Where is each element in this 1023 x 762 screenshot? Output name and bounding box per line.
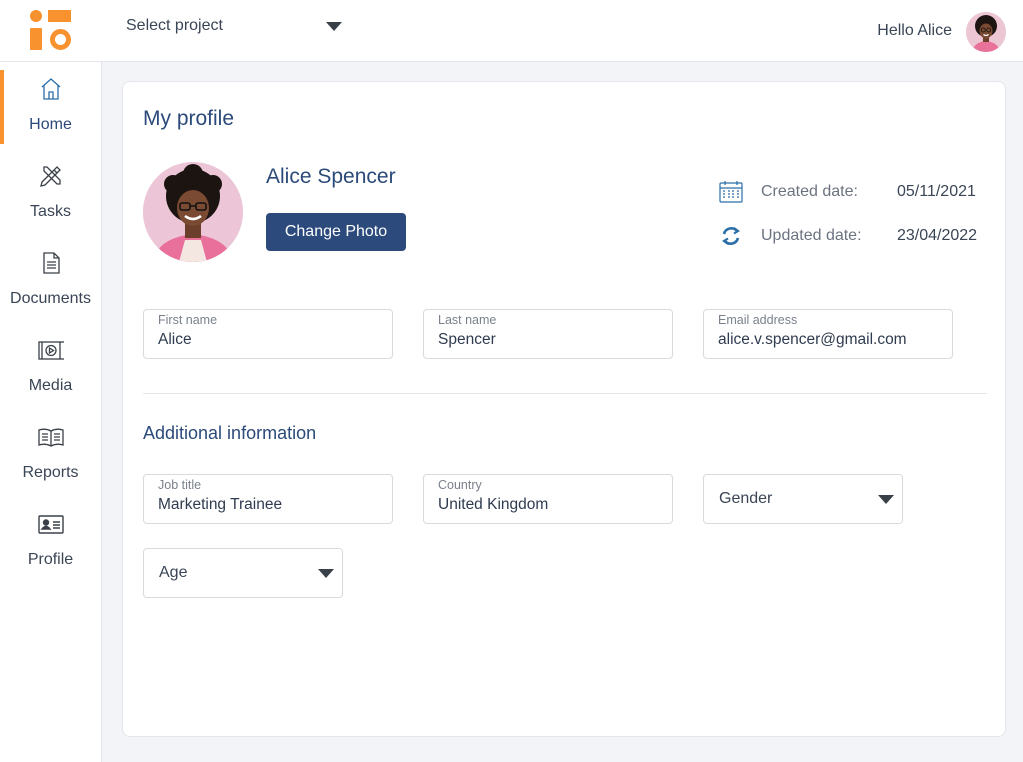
country-field[interactable]: Country bbox=[423, 474, 673, 524]
section-divider bbox=[143, 393, 987, 394]
profile-card-icon bbox=[38, 511, 64, 537]
refresh-icon bbox=[719, 224, 743, 248]
additional-info-title: Additional information bbox=[143, 423, 317, 443]
updated-date-label: Updated date: bbox=[761, 227, 862, 244]
country-input[interactable] bbox=[438, 496, 662, 514]
sidebar-item-label: Home bbox=[29, 116, 72, 133]
job-title-field[interactable]: Job title bbox=[143, 474, 393, 524]
sidebar-item-label: Reports bbox=[22, 464, 79, 481]
profile-name: Alice Spencer bbox=[266, 165, 396, 188]
sidebar-item-label: Media bbox=[28, 377, 73, 394]
project-select-label: Select project bbox=[126, 17, 223, 34]
app-logo[interactable] bbox=[30, 10, 72, 52]
sidebar-item-profile[interactable]: Profile bbox=[0, 497, 101, 577]
email-label: Email address bbox=[718, 313, 798, 327]
sidebar-item-media[interactable]: Media bbox=[0, 323, 101, 403]
user-avatar[interactable] bbox=[966, 12, 1006, 52]
sidebar-item-reports[interactable]: Reports bbox=[0, 410, 101, 490]
created-date-row: Created date: 05/11/2021 bbox=[719, 180, 989, 206]
age-select[interactable]: Age bbox=[143, 548, 343, 598]
sidebar-item-documents[interactable]: Documents bbox=[0, 236, 101, 316]
tasks-icon bbox=[38, 163, 64, 189]
project-select[interactable]: Select project bbox=[116, 1, 360, 51]
change-photo-button[interactable]: Change Photo bbox=[266, 213, 406, 251]
country-label: Country bbox=[438, 478, 482, 492]
first-name-label: First name bbox=[158, 313, 218, 327]
last-name-input[interactable] bbox=[438, 331, 662, 349]
top-bar: Select project Hello Alice bbox=[0, 0, 1023, 62]
sidebar-item-label: Documents bbox=[10, 290, 91, 307]
created-date-label: Created date: bbox=[761, 183, 858, 200]
sidebar-item-home[interactable]: Home bbox=[0, 62, 101, 144]
updated-date-row: Updated date: 23/04/2022 bbox=[719, 224, 989, 250]
first-name-field[interactable]: First name bbox=[143, 309, 393, 359]
job-title-label: Job title bbox=[158, 478, 202, 492]
media-icon bbox=[38, 337, 66, 363]
greeting-text: Hello Alice bbox=[877, 22, 952, 39]
chevron-down-icon bbox=[878, 495, 894, 504]
chevron-down-icon bbox=[326, 22, 342, 31]
sidebar-item-label: Profile bbox=[27, 551, 74, 568]
sidebar-item-label: Tasks bbox=[30, 203, 71, 220]
calendar-icon bbox=[719, 180, 743, 204]
sidebar-item-tasks[interactable]: Tasks bbox=[0, 149, 101, 229]
profile-card: My profile Alice Spencer Change Photo Cr… bbox=[122, 81, 1006, 737]
gender-select-value: Gender bbox=[719, 490, 773, 507]
created-date-value: 05/11/2021 bbox=[897, 183, 976, 200]
last-name-label: Last name bbox=[438, 313, 497, 327]
last-name-field[interactable]: Last name bbox=[423, 309, 673, 359]
age-select-value: Age bbox=[159, 564, 188, 581]
email-input[interactable] bbox=[718, 331, 942, 349]
reports-icon bbox=[38, 424, 64, 450]
job-title-input[interactable] bbox=[158, 496, 382, 514]
gender-select[interactable]: Gender bbox=[703, 474, 903, 524]
sidebar: Home Tasks Documents Media Reports Profi… bbox=[0, 62, 102, 762]
email-field[interactable]: Email address bbox=[703, 309, 953, 359]
document-icon bbox=[38, 250, 64, 276]
first-name-input[interactable] bbox=[158, 331, 382, 349]
page-title: My profile bbox=[143, 107, 235, 130]
chevron-down-icon bbox=[318, 569, 334, 578]
home-icon bbox=[38, 76, 64, 102]
profile-avatar bbox=[143, 162, 243, 262]
updated-date-value: 23/04/2022 bbox=[897, 227, 978, 244]
